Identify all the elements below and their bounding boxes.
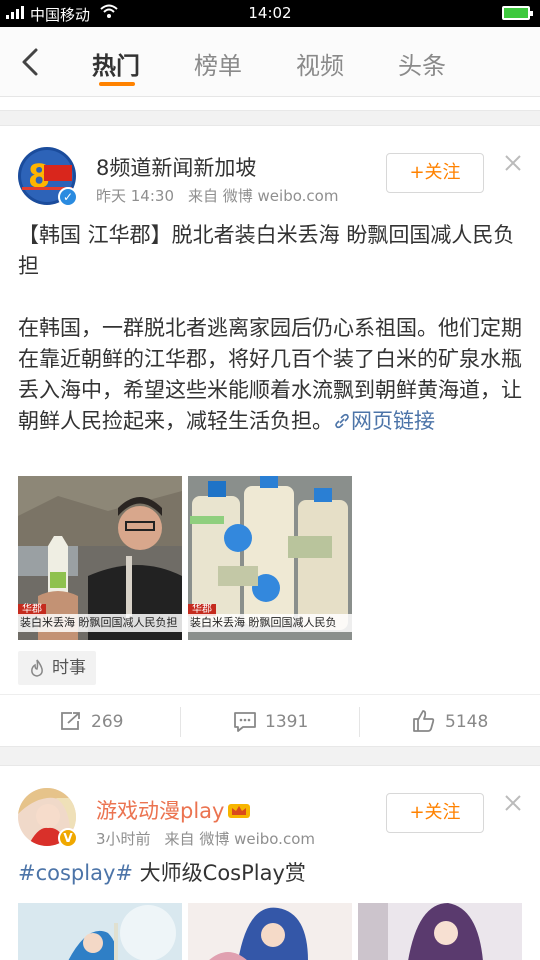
feed-card[interactable]: 8 ✓ 8频道新闻新加坡 昨天 14:30 来自 微博 weibo.com +关注… [0,125,540,747]
post-author[interactable]: 游戏动漫play [96,795,251,825]
repost-icon [61,712,80,730]
hashtag-link[interactable]: #cosplay# [18,861,133,885]
back-arrow-icon[interactable] [18,47,44,77]
link-icon [335,413,349,429]
verified-badge-icon: V [58,828,78,848]
post-time: 昨天 14:30 [96,187,174,205]
repost-button[interactable]: 269 [0,695,180,749]
post-image[interactable]: 华郡 装白米丢海 盼飘回国减人民负 [188,476,352,640]
feed-top-strip [0,97,540,111]
feed-card[interactable]: V 游戏动漫play 3小时前 来自 微博 weibo.com +关注 #cosp… [0,765,540,960]
image-caption: 装白米丢海 盼飘回国减人民负担 [18,614,182,632]
post-image[interactable] [188,903,352,960]
avatar[interactable]: 8 ✓ [18,147,78,207]
web-link[interactable]: 网页链接 [333,409,435,433]
like-count: 5148 [445,712,489,732]
fire-icon [31,659,43,677]
avatar[interactable]: V [18,788,78,848]
post-author[interactable]: 8频道新闻新加坡 [96,152,256,182]
comment-icon [234,712,256,732]
active-tab-indicator [99,82,135,86]
verified-badge-icon: ✓ [58,187,78,207]
clock: 14:02 [248,4,292,22]
thumbs-up-icon [413,710,435,732]
top-nav-bar: 热门 榜单 视频 头条 [0,27,540,97]
post-actions: 269 1391 5148 [0,694,540,748]
follow-button[interactable]: +关注 [386,793,484,833]
like-button[interactable]: 5148 [360,695,540,749]
post-image[interactable] [358,903,522,960]
close-icon[interactable] [503,793,523,813]
tab-video[interactable]: 视频 [296,46,344,81]
web-link-label: 网页链接 [351,409,435,433]
topic-tag-label: 时事 [52,658,86,678]
post-source: 来自 微博 weibo.com [164,830,315,848]
post-image[interactable]: 华郡 装白米丢海 盼飘回国减人民负担 [18,476,182,640]
post-time: 3小时前 [96,830,151,848]
comment-count: 1391 [265,712,309,732]
close-icon[interactable] [503,153,523,173]
post-body-text: 在韩国，一群脱北者逃离家园后仍心系祖国。他们定期在靠近朝鲜的江华郡，将好几百个装… [18,316,522,433]
post-image[interactable] [18,903,182,960]
repost-count: 269 [91,712,124,732]
post-text: #cosplay# 大师级CosPlay赏 [18,858,523,889]
post-source: 来自 微博 weibo.com [188,187,339,205]
image-caption: 装白米丢海 盼飘回国减人民负 [188,614,352,632]
battery-icon [502,6,533,20]
post-author-name: 游戏动漫play [96,799,225,823]
tab-ranking[interactable]: 榜单 [194,46,242,81]
status-bar: 中国移动 14:02 [0,0,540,27]
tab-hot[interactable]: 热门 [92,46,140,81]
topic-tag[interactable]: 时事 [18,651,96,685]
post-body: 在韩国，一群脱北者逃离家园后仍心系祖国。他们定期在靠近朝鲜的江华郡，将好几百个装… [18,313,523,437]
post-meta: 3小时前 来自 微博 weibo.com [96,828,329,849]
member-crown-icon [228,804,251,818]
post-text-rest: 大师级CosPlay赏 [133,861,306,885]
follow-button[interactable]: +关注 [386,153,484,193]
post-headline: 【韩国 江华郡】脱北者装白米丢海 盼飘回国减人民负担 [18,223,515,278]
comment-button[interactable]: 1391 [180,695,360,749]
post-meta: 昨天 14:30 来自 微博 weibo.com [96,185,352,206]
tab-headlines[interactable]: 头条 [398,46,446,81]
